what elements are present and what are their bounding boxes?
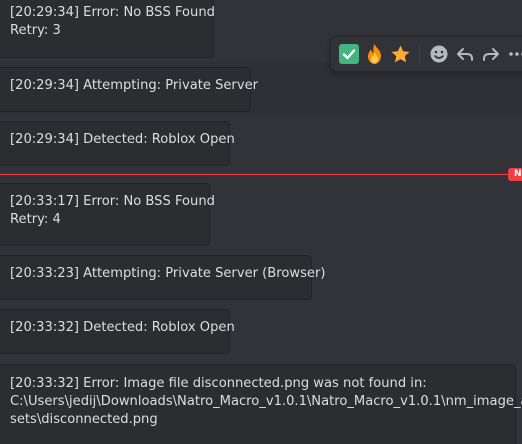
react-check-mark-button[interactable] (337, 40, 360, 68)
message-line: sets\disconnected.png (10, 412, 158, 427)
forward-icon (483, 48, 500, 61)
more-icon (509, 52, 522, 56)
reply-button[interactable] (454, 40, 477, 68)
star-emoji-icon (391, 45, 410, 62)
react-star-button[interactable] (389, 40, 412, 68)
message-line: [20:29:34] Attempting: Private Server (10, 78, 259, 93)
message-embed: [20:33:32] Error: Image file disconnecte… (0, 364, 522, 444)
message-embed: [20:29:34] Attempting: Private Server (0, 67, 259, 112)
fire-emoji-icon (368, 44, 382, 64)
add-reaction-icon (430, 45, 448, 63)
message-line: C:\Users\jedij\Downloads\Natro_Macro_v1.… (10, 394, 522, 409)
new-messages-badge: N (508, 168, 522, 181)
message-embed: [20:33:23] Attempting: Private Server (B… (0, 255, 326, 300)
more-options-button[interactable] (506, 40, 522, 68)
message-hover-toolbar (330, 36, 522, 72)
message-line: [20:33:23] Attempting: Private Server (B… (10, 266, 326, 281)
new-messages-divider (0, 174, 522, 175)
message-embed: [20:33:32] Detected: Roblox Open (0, 309, 235, 354)
check-mark-emoji-icon (338, 44, 359, 64)
message-line: [20:33:32] Error: Image file disconnecte… (10, 376, 427, 391)
message-embed: [20:29:34] Error: No BSS Found Retry: 3 (0, 0, 215, 58)
add-reaction-button[interactable] (427, 40, 450, 68)
message-embed: [20:33:17] Error: No BSS Found Retry: 4 (0, 183, 215, 246)
message-line: [20:33:32] Detected: Roblox Open (10, 320, 235, 335)
forward-button[interactable] (480, 40, 503, 68)
message-line: [20:29:34] Detected: Roblox Open (10, 132, 235, 147)
message-line: Retry: 3 (10, 23, 61, 38)
chat-area: [20:29:34] Error: No BSS Found Retry: 3 … (0, 0, 522, 444)
react-fire-button[interactable] (363, 40, 386, 68)
message-line: [20:33:17] Error: No BSS Found (10, 194, 215, 209)
toolbar-separator (419, 44, 421, 64)
message-line: [20:29:34] Error: No BSS Found (10, 5, 215, 20)
message-line: Retry: 4 (10, 212, 61, 227)
reply-icon (457, 48, 474, 61)
message-embed: [20:29:34] Detected: Roblox Open (0, 121, 235, 166)
